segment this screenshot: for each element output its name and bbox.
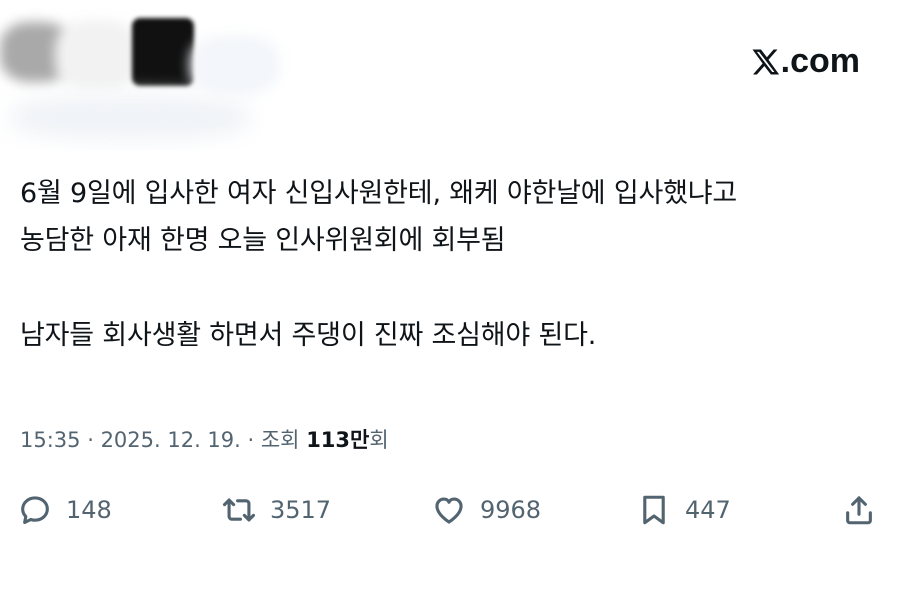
blurred-name-shape xyxy=(55,20,140,90)
retweet-icon xyxy=(222,498,256,522)
views-label: 조회 xyxy=(260,428,307,452)
views-count: 113만 xyxy=(306,428,370,452)
blurred-username-shape xyxy=(10,95,250,140)
tweet-line-1: 6월 9일에 입사한 여자 신입사원한테, 왜케 야한날에 입사했냐고 xyxy=(20,178,738,209)
tweet-meta: 15:35 · 2025. 12. 19. · 조회 113만회 xyxy=(20,424,389,454)
reply-count: 148 xyxy=(66,496,112,524)
bookmark-button[interactable]: 447 xyxy=(637,488,731,532)
tweet-body: 6월 9일에 입사한 여자 신입사원한테, 왜케 야한날에 입사했냐고 농담한 … xyxy=(20,170,880,359)
bookmark-icon xyxy=(643,495,665,525)
bookmark-count: 447 xyxy=(685,496,731,524)
tweet-time[interactable]: 15:35 xyxy=(20,428,81,452)
tweet-action-bar: 148 3517 9968 447 xyxy=(0,488,900,532)
retweet-button[interactable]: 3517 xyxy=(222,488,331,532)
tweet-line-3: 남자들 회사생활 하면서 주댕이 진짜 조심해야 된다. xyxy=(20,320,597,351)
retweet-count: 3517 xyxy=(270,496,332,524)
share-button[interactable] xyxy=(842,488,876,532)
meta-separator-2: · xyxy=(240,428,261,452)
like-count: 9968 xyxy=(480,496,542,524)
heart-icon xyxy=(435,497,463,524)
tweet-date[interactable]: 2025. 12. 19. xyxy=(101,428,241,452)
share-icon xyxy=(846,496,872,525)
meta-separator: · xyxy=(80,428,101,452)
blurred-handle-shape xyxy=(190,35,280,95)
like-button[interactable]: 9968 xyxy=(432,488,541,532)
x-logo-icon xyxy=(752,49,779,74)
x-com-brand: .com xyxy=(750,42,860,81)
tweet-header: .com xyxy=(0,0,900,140)
blurred-profile-area xyxy=(0,0,300,150)
reply-bubble-icon xyxy=(21,496,49,525)
tweet-line-2: 농담한 아재 한명 오늘 인사위원회에 회부됨 xyxy=(20,225,506,256)
reply-button[interactable]: 148 xyxy=(18,488,112,532)
brand-domain: .com xyxy=(780,42,860,80)
views-suffix: 회 xyxy=(369,428,389,452)
censor-block xyxy=(132,18,194,86)
